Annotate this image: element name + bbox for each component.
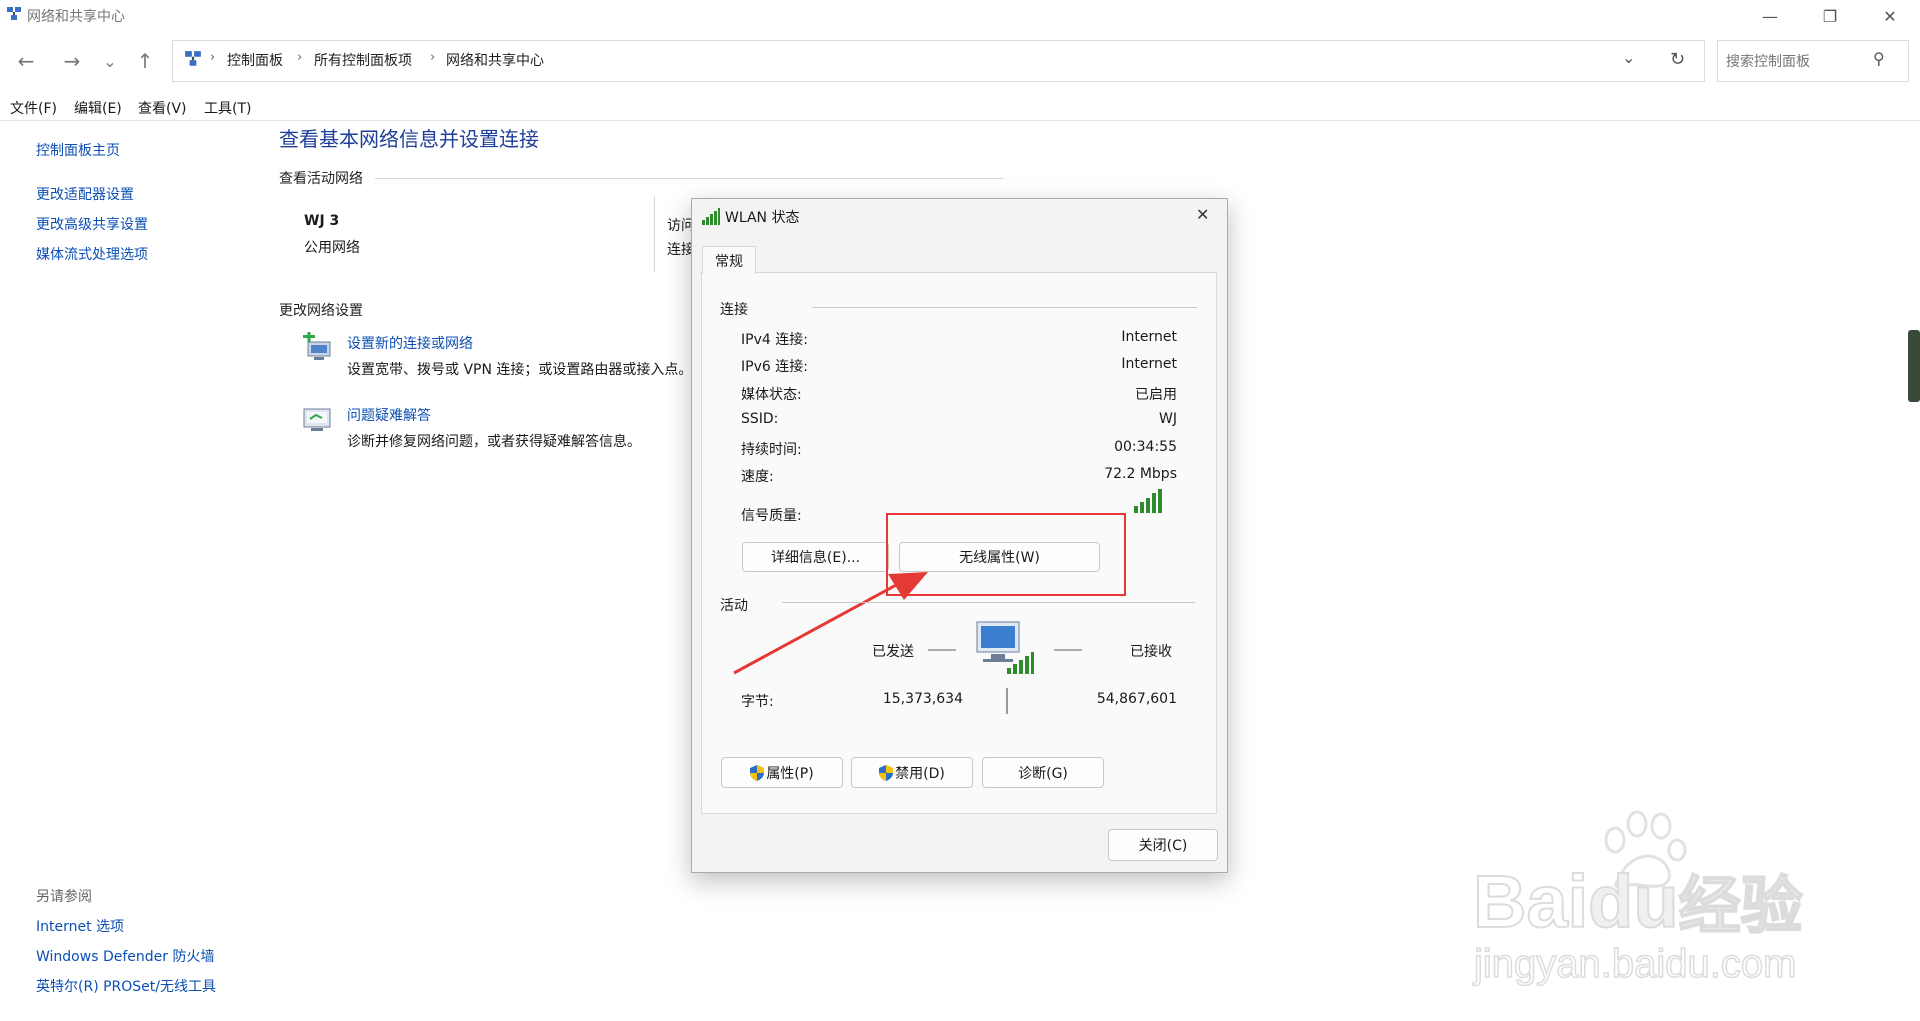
address-dropdown-button[interactable]: ⌄ (1622, 48, 1635, 67)
sent-line (928, 649, 956, 651)
connection-heading: 连接 (720, 302, 748, 318)
bytes-label: 字节: (741, 694, 774, 710)
menu-file[interactable]: 文件(F) (10, 98, 57, 118)
network-divider (654, 196, 655, 272)
defender-firewall-link[interactable]: Windows Defender 防火墙 (36, 946, 214, 966)
search-input[interactable]: 搜索控制面板 (1726, 51, 1810, 71)
maximize-button[interactable]: ❐ (1800, 0, 1860, 32)
close-button[interactable]: ✕ (1860, 0, 1920, 32)
computer-activity-icon (976, 621, 1034, 674)
control-panel-home-link[interactable]: 控制面板主页 (36, 140, 120, 160)
properties-button-label: 属性(P) (766, 765, 814, 782)
dialog-title: WLAN 状态 (725, 210, 800, 226)
baidu-watermark-url: jingyan.baidu.com (1473, 941, 1797, 987)
section-divider (375, 178, 1003, 179)
setup-connection-link[interactable]: 设置新的连接或网络 (347, 333, 473, 353)
ipv4-label: IPv4 连接: (741, 332, 808, 348)
change-advanced-sharing-link[interactable]: 更改高级共享设置 (36, 214, 148, 234)
intel-proset-link[interactable]: 英特尔(R) PROSet/无线工具 (36, 976, 216, 996)
troubleshoot-icon (303, 408, 331, 431)
window-title: 网络和共享中心 (27, 9, 125, 25)
duration-value: 00:34:55 (1114, 439, 1177, 455)
baidu-watermark-brand: Baidu经验 (1472, 855, 1804, 945)
received-label: 已接收 (1130, 644, 1172, 660)
speed-value: 72.2 Mbps (1104, 466, 1177, 482)
recent-locations-button[interactable]: ⌄ (93, 46, 127, 76)
menu-divider (0, 120, 1920, 121)
control-panel-icon (185, 51, 201, 66)
breadcrumb-separator-icon: › (210, 50, 216, 65)
bytes-received-value: 54,867,601 (1096, 691, 1177, 707)
baidu-watermark-jingyan: 经验 (1678, 871, 1804, 942)
menu-view[interactable]: 查看(V) (138, 98, 187, 118)
activity-divider (782, 602, 1195, 603)
uac-shield-icon (750, 764, 765, 781)
connection-divider (812, 307, 1197, 308)
network-center-icon (7, 7, 21, 20)
annotation-arrow-icon (733, 572, 928, 675)
duration-label: 持续时间: (741, 442, 802, 458)
menu-edit[interactable]: 编辑(E) (74, 98, 122, 118)
network-name: WJ 3 (304, 213, 340, 229)
change-settings-heading: 更改网络设置 (279, 303, 363, 319)
up-button[interactable]: ↑ (128, 46, 162, 76)
speed-label: 速度: (741, 469, 774, 485)
ipv6-label: IPv6 连接: (741, 359, 808, 375)
media-streaming-options-link[interactable]: 媒体流式处理选项 (36, 244, 148, 264)
internet-options-link[interactable]: Internet 选项 (36, 916, 124, 936)
troubleshoot-link[interactable]: 问题疑难解答 (347, 405, 431, 425)
network-type: 公用网络 (304, 240, 360, 256)
close-dialog-button[interactable]: 关闭(C) (1108, 829, 1218, 861)
disable-button-label: 禁用(D) (895, 765, 945, 782)
activity-heading: 活动 (720, 598, 748, 614)
minimize-button[interactable]: — (1740, 0, 1800, 32)
wifi-signal-icon (702, 208, 720, 225)
ssid-label: SSID: (741, 411, 779, 427)
troubleshoot-description: 诊断并修复网络问题，或者获得疑难解答信息。 (347, 434, 641, 450)
breadcrumb-network-center[interactable]: 网络和共享中心 (446, 50, 544, 70)
active-networks-heading: 查看活动网络 (279, 171, 363, 187)
breadcrumb-control-panel[interactable]: 控制面板 (227, 50, 283, 70)
received-line (1054, 649, 1082, 651)
dialog-close-icon[interactable]: ✕ (1196, 205, 1209, 224)
uac-shield-icon (879, 764, 894, 781)
baidu-watermark-du: du (1587, 859, 1679, 944)
menu-tools[interactable]: 工具(T) (204, 98, 251, 118)
ipv4-value: Internet (1121, 329, 1177, 345)
media-state-value: 已启用 (1135, 387, 1177, 403)
breadcrumb-separator-icon: › (430, 50, 436, 65)
search-icon[interactable]: ⚲ (1873, 49, 1885, 68)
breadcrumb-separator-icon: › (297, 50, 303, 65)
page-title: 查看基本网络信息并设置连接 (279, 127, 539, 151)
ipv6-value: Internet (1121, 356, 1177, 372)
side-handle[interactable] (1908, 330, 1920, 402)
bytes-sent-value: 15,373,634 (882, 691, 963, 707)
forward-button[interactable]: → (55, 46, 89, 76)
signal-bars-icon (1134, 489, 1162, 513)
disable-button[interactable]: 禁用(D) (851, 757, 973, 788)
title-bar (0, 0, 1920, 32)
setup-connection-description: 设置宽带、拨号或 VPN 连接；或设置路由器或接入点。 (347, 362, 692, 378)
details-button[interactable]: 详细信息(E)... (742, 542, 889, 572)
diagnose-button[interactable]: 诊断(G) (982, 757, 1104, 788)
ssid-value: WJ (1159, 411, 1177, 427)
bytes-divider (1006, 688, 1008, 714)
baidu-watermark-bai: Bai (1472, 859, 1589, 944)
breadcrumb-all-items[interactable]: 所有控制面板项 (314, 50, 412, 70)
refresh-button[interactable]: ↻ (1670, 49, 1685, 70)
properties-button[interactable]: 属性(P) (721, 757, 843, 788)
tab-general[interactable]: 常规 (702, 246, 756, 274)
new-connection-icon (303, 332, 331, 360)
see-also-heading: 另请参阅 (36, 889, 92, 905)
signal-quality-label: 信号质量: (741, 508, 802, 524)
back-button[interactable]: ← (9, 46, 43, 76)
media-state-label: 媒体状态: (741, 387, 802, 403)
change-adapter-settings-link[interactable]: 更改适配器设置 (36, 184, 134, 204)
sent-label: 已发送 (872, 644, 914, 660)
